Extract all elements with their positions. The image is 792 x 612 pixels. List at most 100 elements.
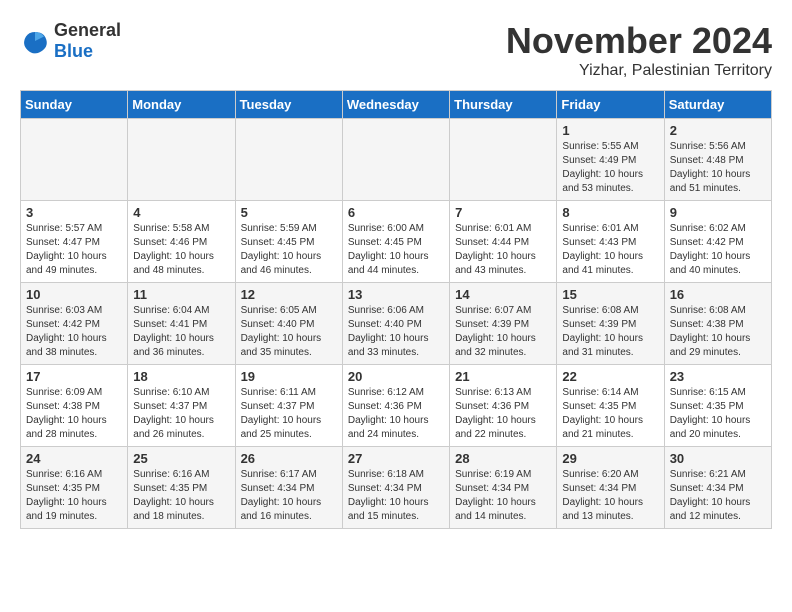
calendar-table: SundayMondayTuesdayWednesdayThursdayFrid… bbox=[20, 90, 772, 529]
day-info: Sunrise: 5:57 AM Sunset: 4:47 PM Dayligh… bbox=[26, 223, 107, 276]
day-info: Sunrise: 6:21 AM Sunset: 4:34 PM Dayligh… bbox=[670, 469, 751, 522]
day-number: 21 bbox=[455, 369, 551, 384]
day-cell: 29 Sunrise: 6:20 AM Sunset: 4:34 PM Dayli… bbox=[557, 447, 664, 529]
day-cell bbox=[450, 119, 557, 201]
day-info: Sunrise: 6:18 AM Sunset: 4:34 PM Dayligh… bbox=[348, 469, 429, 522]
day-info: Sunrise: 6:10 AM Sunset: 4:37 PM Dayligh… bbox=[133, 387, 214, 440]
day-number: 27 bbox=[348, 451, 444, 466]
day-number: 2 bbox=[670, 123, 766, 138]
day-cell: 5Sunrise: 5:59 AM Sunset: 4:45 PM Daylig… bbox=[235, 201, 342, 283]
day-info: Sunrise: 6:12 AM Sunset: 4:36 PM Dayligh… bbox=[348, 387, 429, 440]
day-number: 29 bbox=[562, 451, 658, 466]
day-cell: 25 Sunrise: 6:16 AM Sunset: 4:35 PM Dayli… bbox=[128, 447, 235, 529]
day-cell: 21 Sunrise: 6:13 AM Sunset: 4:36 PM Dayli… bbox=[450, 365, 557, 447]
day-info: Sunrise: 6:01 AM Sunset: 4:44 PM Dayligh… bbox=[455, 223, 536, 276]
day-cell: 4 Sunrise: 5:58 AM Sunset: 4:46 PM Daylig… bbox=[128, 201, 235, 283]
day-info: Sunrise: 6:02 AM Sunset: 4:42 PM Dayligh… bbox=[670, 223, 751, 276]
logo: General Blue bbox=[20, 20, 121, 62]
calendar-header: SundayMondayTuesdayWednesdayThursdayFrid… bbox=[21, 91, 772, 119]
day-cell: 8Sunrise: 6:01 AM Sunset: 4:43 PM Daylig… bbox=[557, 201, 664, 283]
day-cell: 16 Sunrise: 6:08 AM Sunset: 4:38 PM Dayli… bbox=[664, 283, 771, 365]
day-cell bbox=[342, 119, 449, 201]
day-number: 17 bbox=[26, 369, 122, 384]
day-number: 6 bbox=[348, 205, 444, 220]
day-info: Sunrise: 6:11 AM Sunset: 4:37 PM Dayligh… bbox=[241, 387, 322, 440]
weekday-header-tuesday: Tuesday bbox=[235, 91, 342, 119]
weekday-header-saturday: Saturday bbox=[664, 91, 771, 119]
day-number: 30 bbox=[670, 451, 766, 466]
day-cell: 30 Sunrise: 6:21 AM Sunset: 4:34 PM Dayli… bbox=[664, 447, 771, 529]
weekday-header-sunday: Sunday bbox=[21, 91, 128, 119]
header: General Blue November 2024 Yizhar, Pales… bbox=[20, 20, 772, 80]
day-cell: 13Sunrise: 6:06 AM Sunset: 4:40 PM Dayli… bbox=[342, 283, 449, 365]
day-number: 13 bbox=[348, 287, 444, 302]
day-info: Sunrise: 5:55 AM Sunset: 4:49 PM Dayligh… bbox=[562, 141, 643, 194]
week-row-3: 10Sunrise: 6:03 AM Sunset: 4:42 PM Dayli… bbox=[21, 283, 772, 365]
weekday-header-row: SundayMondayTuesdayWednesdayThursdayFrid… bbox=[21, 91, 772, 119]
day-cell: 9 Sunrise: 6:02 AM Sunset: 4:42 PM Daylig… bbox=[664, 201, 771, 283]
day-info: Sunrise: 6:16 AM Sunset: 4:35 PM Dayligh… bbox=[26, 469, 107, 522]
day-cell: 6 Sunrise: 6:00 AM Sunset: 4:45 PM Daylig… bbox=[342, 201, 449, 283]
day-cell bbox=[235, 119, 342, 201]
day-cell: 26Sunrise: 6:17 AM Sunset: 4:34 PM Dayli… bbox=[235, 447, 342, 529]
day-cell: 17Sunrise: 6:09 AM Sunset: 4:38 PM Dayli… bbox=[21, 365, 128, 447]
day-info: Sunrise: 6:14 AM Sunset: 4:35 PM Dayligh… bbox=[562, 387, 643, 440]
day-info: Sunrise: 6:13 AM Sunset: 4:36 PM Dayligh… bbox=[455, 387, 536, 440]
day-number: 14 bbox=[455, 287, 551, 302]
day-number: 7 bbox=[455, 205, 551, 220]
day-info: Sunrise: 6:16 AM Sunset: 4:35 PM Dayligh… bbox=[133, 469, 214, 522]
day-number: 1 bbox=[562, 123, 658, 138]
day-number: 23 bbox=[670, 369, 766, 384]
day-number: 3 bbox=[26, 205, 122, 220]
day-number: 16 bbox=[670, 287, 766, 302]
logo-text: General Blue bbox=[54, 20, 121, 62]
day-info: Sunrise: 6:17 AM Sunset: 4:34 PM Dayligh… bbox=[241, 469, 322, 522]
day-cell: 1 Sunrise: 5:55 AM Sunset: 4:49 PM Daylig… bbox=[557, 119, 664, 201]
week-row-4: 17Sunrise: 6:09 AM Sunset: 4:38 PM Dayli… bbox=[21, 365, 772, 447]
day-number: 25 bbox=[133, 451, 229, 466]
logo-icon bbox=[20, 26, 50, 56]
day-number: 18 bbox=[133, 369, 229, 384]
day-number: 5 bbox=[241, 205, 337, 220]
day-number: 12 bbox=[241, 287, 337, 302]
weekday-header-thursday: Thursday bbox=[450, 91, 557, 119]
day-info: Sunrise: 6:08 AM Sunset: 4:39 PM Dayligh… bbox=[562, 305, 643, 358]
day-cell: 20Sunrise: 6:12 AM Sunset: 4:36 PM Dayli… bbox=[342, 365, 449, 447]
day-cell: 3 Sunrise: 5:57 AM Sunset: 4:47 PM Daylig… bbox=[21, 201, 128, 283]
day-cell: 27 Sunrise: 6:18 AM Sunset: 4:34 PM Dayli… bbox=[342, 447, 449, 529]
calendar-body: 1 Sunrise: 5:55 AM Sunset: 4:49 PM Daylig… bbox=[21, 119, 772, 529]
weekday-header-monday: Monday bbox=[128, 91, 235, 119]
day-cell: 23Sunrise: 6:15 AM Sunset: 4:35 PM Dayli… bbox=[664, 365, 771, 447]
day-info: Sunrise: 5:56 AM Sunset: 4:48 PM Dayligh… bbox=[670, 141, 751, 194]
title-block: November 2024 Yizhar, Palestinian Territ… bbox=[506, 20, 772, 80]
day-cell: 11Sunrise: 6:04 AM Sunset: 4:41 PM Dayli… bbox=[128, 283, 235, 365]
day-number: 11 bbox=[133, 287, 229, 302]
day-cell: 12Sunrise: 6:05 AM Sunset: 4:40 PM Dayli… bbox=[235, 283, 342, 365]
day-number: 15 bbox=[562, 287, 658, 302]
day-cell: 24 Sunrise: 6:16 AM Sunset: 4:35 PM Dayli… bbox=[21, 447, 128, 529]
day-info: Sunrise: 5:58 AM Sunset: 4:46 PM Dayligh… bbox=[133, 223, 214, 276]
day-info: Sunrise: 6:08 AM Sunset: 4:38 PM Dayligh… bbox=[670, 305, 751, 358]
day-number: 9 bbox=[670, 205, 766, 220]
month-title: November 2024 bbox=[506, 20, 772, 62]
day-cell: 7 Sunrise: 6:01 AM Sunset: 4:44 PM Daylig… bbox=[450, 201, 557, 283]
day-cell bbox=[21, 119, 128, 201]
day-info: Sunrise: 6:20 AM Sunset: 4:34 PM Dayligh… bbox=[562, 469, 643, 522]
day-info: Sunrise: 6:00 AM Sunset: 4:45 PM Dayligh… bbox=[348, 223, 429, 276]
day-cell: 10Sunrise: 6:03 AM Sunset: 4:42 PM Dayli… bbox=[21, 283, 128, 365]
day-cell: 22 Sunrise: 6:14 AM Sunset: 4:35 PM Dayli… bbox=[557, 365, 664, 447]
day-number: 28 bbox=[455, 451, 551, 466]
location-title: Yizhar, Palestinian Territory bbox=[506, 62, 772, 80]
logo-general-text: General bbox=[54, 20, 121, 41]
week-row-2: 3 Sunrise: 5:57 AM Sunset: 4:47 PM Daylig… bbox=[21, 201, 772, 283]
day-number: 4 bbox=[133, 205, 229, 220]
week-row-1: 1 Sunrise: 5:55 AM Sunset: 4:49 PM Daylig… bbox=[21, 119, 772, 201]
day-info: Sunrise: 6:03 AM Sunset: 4:42 PM Dayligh… bbox=[26, 305, 107, 358]
day-number: 22 bbox=[562, 369, 658, 384]
day-number: 24 bbox=[26, 451, 122, 466]
logo-blue-text: Blue bbox=[54, 41, 121, 62]
day-cell: 28Sunrise: 6:19 AM Sunset: 4:34 PM Dayli… bbox=[450, 447, 557, 529]
weekday-header-friday: Friday bbox=[557, 91, 664, 119]
day-number: 19 bbox=[241, 369, 337, 384]
day-cell: 18 Sunrise: 6:10 AM Sunset: 4:37 PM Dayli… bbox=[128, 365, 235, 447]
